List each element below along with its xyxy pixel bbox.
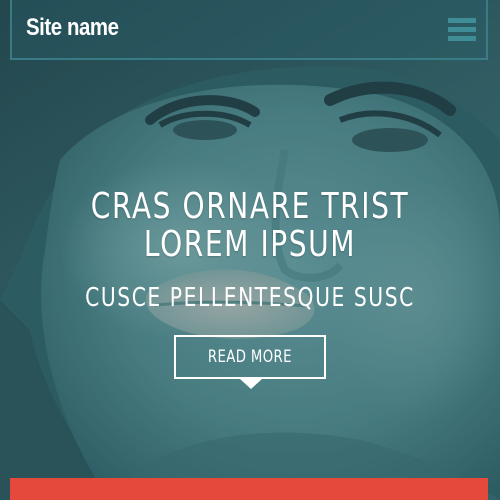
bottom-accent-bar: [10, 478, 488, 500]
site-name[interactable]: Site name: [26, 14, 119, 42]
hero-subtitle: CUSCE PELLENTESQUE SUSC: [85, 283, 415, 313]
hero-title: CRAS ORNARE TRIST LOREM IPSUM: [90, 186, 410, 265]
hamburger-menu-icon[interactable]: [448, 18, 476, 42]
menu-icon-bar: [448, 27, 476, 32]
site-header: Site name: [10, 0, 488, 60]
down-arrow-icon: [240, 379, 262, 389]
page: Site name CRAS ORNARE TRIST LOREM IPSUM …: [0, 0, 500, 500]
read-more-button[interactable]: READ MORE: [174, 335, 326, 379]
menu-icon-bar: [448, 36, 476, 41]
read-more-label: READ MORE: [207, 347, 293, 367]
menu-icon-bar: [448, 18, 476, 23]
